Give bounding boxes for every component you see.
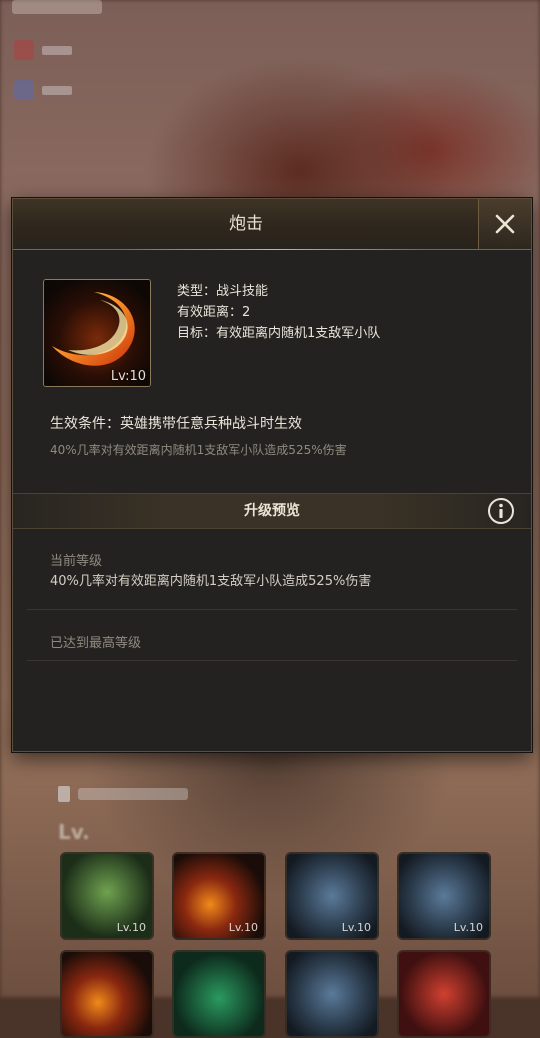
dialog-header: 炮击: [13, 199, 531, 250]
current-level-label: 当前等级: [50, 554, 103, 569]
upgrade-preview-header: 升级预览: [13, 493, 531, 529]
background-title-blur: [12, 0, 102, 14]
background-skill-card: [172, 950, 266, 1038]
background-hero-level: Lv.: [58, 820, 90, 844]
skill-info: 类型：战斗技能 有效距离：2 目标：有效距离内随机1支敌军小队: [177, 281, 380, 344]
sword-icon: [14, 40, 34, 60]
background-hero-name: [58, 786, 188, 802]
background-skill-card: [397, 950, 491, 1038]
effect-description: 40%几率对有效距离内随机1支敌军小队造成525%伤害: [50, 443, 347, 457]
max-level-text: 已达到最高等级: [50, 636, 142, 651]
skill-icon: Lv:10: [43, 279, 151, 387]
background-skill-card: Lv.10: [172, 852, 266, 940]
divider: [27, 609, 517, 610]
dialog-title: 炮击: [229, 214, 263, 234]
skill-range: 有效距离：2: [177, 305, 251, 320]
background-skill-card: [60, 950, 154, 1038]
upgrade-preview-title: 升级预览: [244, 503, 300, 519]
current-level-description: 40%几率对有效距离内随机1支敌军小队造成525%伤害: [50, 574, 372, 589]
card-level: Lv.10: [228, 921, 258, 934]
background-skill-card: [285, 950, 379, 1038]
skill-detail-dialog: 炮击 Lv:10 类型：战斗技能 有效距离：2 目标：有效距离内随机1支敌军小队…: [12, 198, 532, 752]
skill-target: 目标：有效距离内随机1支敌军小队: [177, 326, 381, 341]
card-level: Lv.10: [116, 921, 146, 934]
skill-type: 类型：战斗技能: [177, 284, 269, 299]
info-icon[interactable]: [487, 497, 515, 525]
background-stat-row: [14, 40, 72, 60]
card-level: Lv.10: [341, 921, 371, 934]
skill-level: Lv:10: [110, 369, 146, 384]
background-skill-card: Lv.10: [397, 852, 491, 940]
divider: [27, 660, 517, 661]
background-skill-card: Lv.10: [285, 852, 379, 940]
close-button[interactable]: [478, 199, 531, 249]
background-skill-card: Lv.10: [60, 852, 154, 940]
card-level: Lv.10: [453, 921, 483, 934]
effect-condition: 生效条件：英雄携带任意兵种战斗时生效: [50, 416, 302, 432]
close-icon: [495, 214, 515, 234]
background-stat-row: [14, 80, 72, 100]
shield-icon: [14, 80, 34, 100]
